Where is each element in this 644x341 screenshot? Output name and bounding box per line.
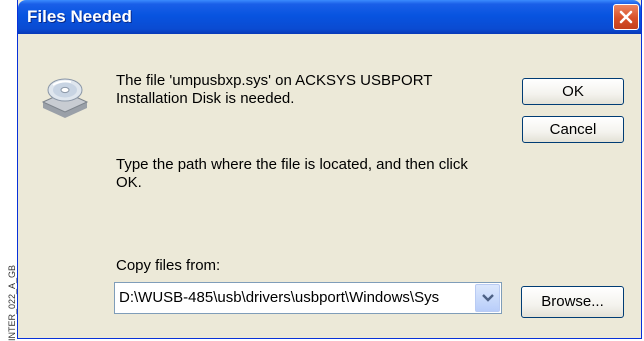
instruction-line-2: OK. [116, 174, 142, 191]
title-bar[interactable]: Files Needed [18, 0, 641, 34]
files-needed-dialog: Files Needed The file 'umpusbxp.sys' on … [17, 0, 642, 339]
message-line-2: Installation Disk is needed. [116, 90, 295, 107]
path-value[interactable]: D:\WUSB-485\usb\drivers\usbport\Windows\… [119, 289, 471, 306]
close-button[interactable] [613, 4, 639, 30]
dialog-title: Files Needed [27, 7, 132, 26]
missing-file-message: The file 'umpusbxp.sys' on ACKSYS USBPOR… [116, 72, 432, 108]
side-watermark-label: INTER_022_A_GB [0, 200, 17, 341]
path-dropdown-button[interactable] [475, 284, 500, 312]
copy-from-path-combobox[interactable]: D:\WUSB-485\usb\drivers\usbport\Windows\… [114, 282, 502, 314]
chevron-down-icon [482, 294, 494, 302]
browse-button[interactable]: Browse... [521, 286, 624, 318]
path-instruction: Type the path where the file is located,… [116, 156, 468, 192]
dialog-body: The file 'umpusbxp.sys' on ACKSYS USBPOR… [21, 34, 638, 335]
message-line-1: The file 'umpusbxp.sys' on ACKSYS USBPOR… [116, 72, 433, 89]
side-label-text: INTER_022_A_GB [7, 264, 17, 341]
close-icon [619, 10, 633, 24]
ok-button[interactable]: OK [522, 78, 624, 105]
instruction-line-1: Type the path where the file is located,… [116, 156, 468, 173]
cd-drive-icon [41, 78, 89, 118]
copy-files-from-label: Copy files from: [116, 257, 221, 274]
cancel-button[interactable]: Cancel [522, 116, 624, 143]
